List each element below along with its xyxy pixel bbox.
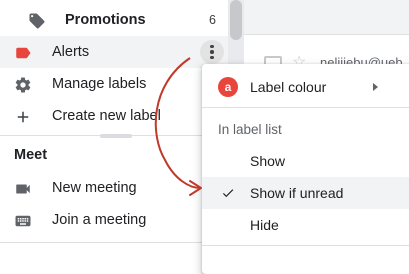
scrollbar-thumb[interactable]	[230, 0, 242, 40]
label-colour-avatar: a	[218, 77, 238, 97]
more-options-icon[interactable]	[200, 40, 224, 64]
sidebar-item-label: Join a meeting	[52, 212, 147, 228]
sidebar-item-label: New meeting	[52, 180, 137, 196]
menu-divider	[202, 107, 409, 108]
keyboard-icon	[14, 212, 32, 230]
sidebar-item-label: Manage labels	[52, 76, 147, 92]
menu-option-show-if-unread[interactable]: Show if unread	[202, 177, 409, 209]
submenu-arrow-icon	[373, 83, 378, 91]
menu-item-label: Hide	[250, 217, 279, 233]
plus-icon	[14, 108, 32, 126]
sidebar: Promotions 6 Alerts Manage labels Create…	[0, 0, 228, 257]
label-colour-menu-item[interactable]: a Label colour	[202, 68, 409, 106]
sidebar-item-promotions[interactable]: Promotions 6	[0, 4, 228, 36]
sidebar-item-label: Promotions	[65, 12, 146, 28]
sidebar-item-create-new-label[interactable]: Create new label	[0, 100, 228, 132]
sidebar-item-label: Create new label	[52, 108, 161, 124]
menu-item-label: Show	[250, 153, 286, 169]
tag-icon	[28, 12, 46, 30]
meet-section-title: Meet	[14, 147, 48, 163]
label-context-menu: a Label colour In label list Show Show i…	[202, 64, 409, 274]
unread-count: 6	[209, 13, 216, 27]
menu-option-show[interactable]: Show	[202, 145, 409, 177]
menu-option-hide[interactable]: Hide	[202, 209, 409, 241]
menu-divider	[202, 245, 409, 246]
sidebar-item-join-meeting[interactable]: Join a meeting	[0, 204, 228, 236]
section-divider	[0, 242, 228, 243]
sidebar-item-new-meeting[interactable]: New meeting	[0, 172, 228, 204]
menu-section-title: In label list	[218, 122, 282, 137]
menu-item-label: Label colour	[250, 79, 327, 95]
sidebar-item-alerts[interactable]: Alerts	[0, 36, 228, 68]
resize-handle[interactable]	[100, 134, 132, 138]
sidebar-item-manage-labels[interactable]: Manage labels	[0, 68, 228, 100]
video-camera-icon	[14, 180, 32, 198]
menu-item-label: Show if unread	[250, 185, 344, 201]
label-icon	[14, 44, 32, 62]
gear-icon	[14, 76, 32, 94]
sidebar-item-label: Alerts	[52, 44, 90, 60]
checkmark-icon	[220, 186, 236, 205]
toolbar-area	[244, 0, 409, 35]
